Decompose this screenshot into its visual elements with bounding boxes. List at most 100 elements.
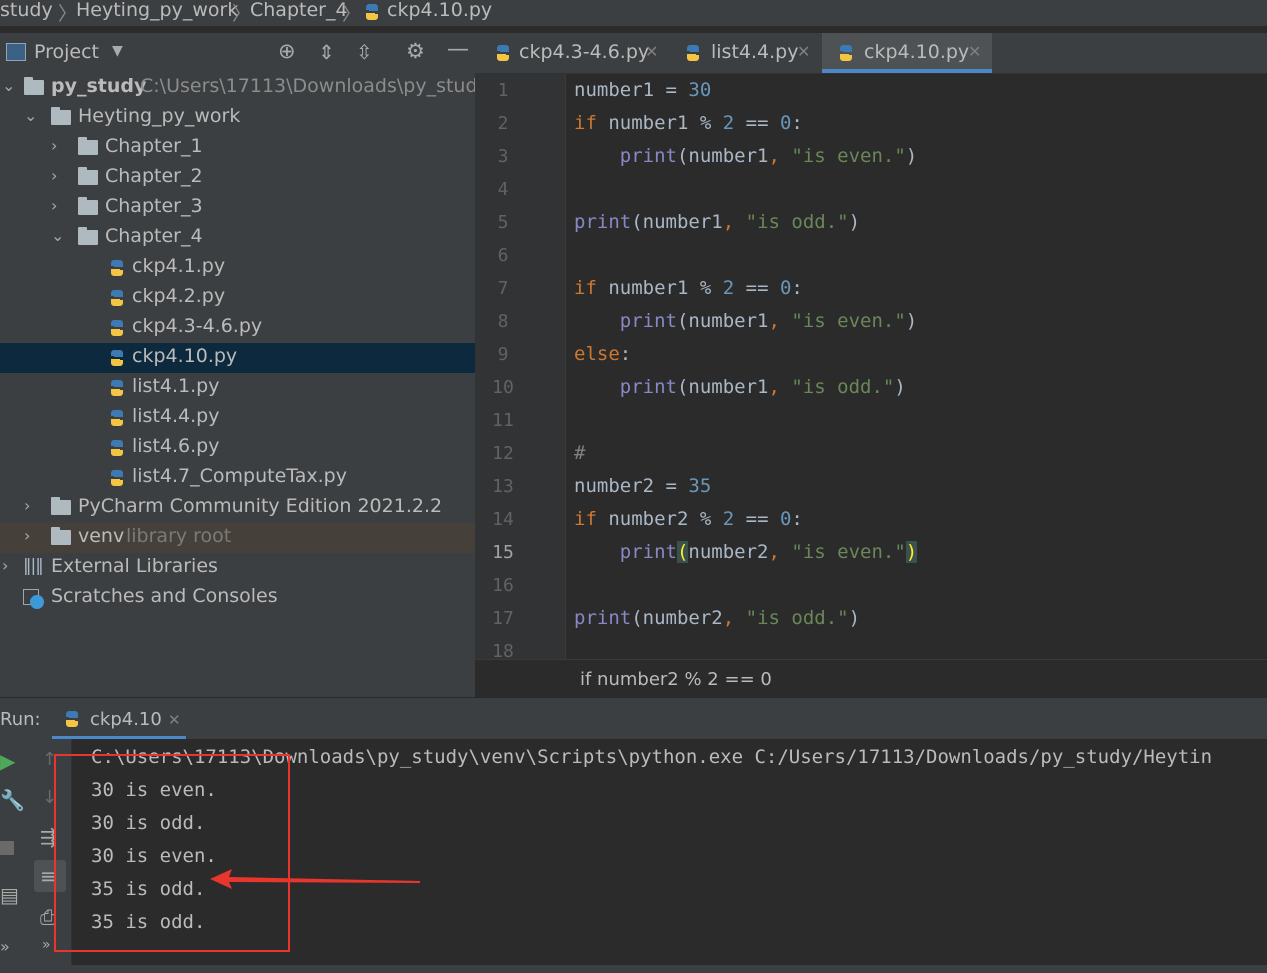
project-view-title[interactable]: Project <box>34 41 99 63</box>
gear-icon[interactable]: ⚙ <box>406 39 425 63</box>
minimize-icon[interactable]: — <box>447 37 469 62</box>
folder-icon <box>78 197 98 215</box>
line-number-current: 15 <box>492 542 514 563</box>
folder-icon <box>51 107 71 125</box>
close-icon[interactable]: ✕ <box>968 42 981 61</box>
tree-item-pycharm-dir[interactable]: › PyCharm Community Edition 2021.2.2 <box>0 493 475 523</box>
annotation-box <box>54 754 290 952</box>
tree-item-label: Chapter_4 <box>105 225 203 247</box>
code-line: if number1 % 2 == 0: <box>574 112 803 134</box>
tree-item-label: list4.7_ComputeTax.py <box>132 465 347 487</box>
run-tool-window-header: Run: ckp4.10 ✕ <box>0 697 1267 740</box>
code-line: print(number2, "is even.") <box>619 541 918 563</box>
chevron-down-icon[interactable]: ⌄ <box>2 76 15 95</box>
tab-ckp4-3-4-6[interactable]: ckp4.3-4.6.py ✕ <box>485 33 663 73</box>
folder-icon <box>24 77 44 95</box>
tree-item-py-study[interactable]: ⌄ py_study C:\Users\17113\Downloads\py_s… <box>0 73 489 103</box>
close-icon[interactable]: ✕ <box>645 42 658 61</box>
tree-item-chapter-3[interactable]: › Chapter_3 <box>0 193 475 223</box>
tree-item-path: C:\Users\17113\Downloads\py_study <box>140 75 489 97</box>
code-line: print(number2, "is odd.") <box>574 607 861 629</box>
tree-item-file[interactable]: ckp4.2.py <box>0 283 475 313</box>
wrench-icon[interactable]: 🔧 <box>0 788 25 812</box>
annotation-arrow-icon <box>210 869 420 889</box>
line-number: 13 <box>492 476 514 497</box>
chevron-right-icon[interactable]: › <box>24 526 30 545</box>
tree-item-file[interactable]: list4.6.py <box>0 433 475 463</box>
tab-ckp4-10[interactable]: ckp4.10.py ✕ <box>822 33 992 73</box>
tab-label: ckp4.10.py <box>864 41 970 63</box>
breadcrumb-item[interactable]: Heyting_py_work <box>76 0 238 21</box>
code-line: print(number1, "is odd.") <box>619 376 906 398</box>
python-file-icon <box>687 45 699 61</box>
python-file-icon <box>111 380 123 396</box>
chevron-right-icon[interactable]: › <box>2 556 8 575</box>
chevron-down-icon[interactable]: ⌄ <box>24 106 37 125</box>
python-file-icon <box>111 350 123 366</box>
chevron-right-icon[interactable]: › <box>51 196 57 215</box>
library-icon: ‖|‖ <box>23 556 44 576</box>
line-number: 4 <box>497 179 509 200</box>
tree-item-hint: library root <box>126 525 232 547</box>
line-number-gutter: 1 2 3 4 5 6 7 8 9 10 11 12 13 14 15 16 1… <box>475 74 565 662</box>
tree-item-label: ckp4.2.py <box>132 285 226 307</box>
tree-item-label: ckp4.3-4.6.py <box>132 315 263 337</box>
chevron-right-icon[interactable]: › <box>51 166 57 185</box>
tree-item-venv[interactable]: › venv library root <box>0 523 475 553</box>
chevron-down-icon[interactable]: ⌄ <box>51 226 64 245</box>
code-line: print(number1, "is even.") <box>619 310 918 332</box>
line-number: 14 <box>492 509 514 530</box>
python-file-icon <box>111 410 123 426</box>
tree-item-label: list4.1.py <box>132 375 220 397</box>
editor-tabs: ckp4.3-4.6.py ✕ list4.4.py ✕ ckp4.10.py … <box>475 33 1267 74</box>
expand-all-icon[interactable]: ⇕ <box>318 40 335 64</box>
layout-icon[interactable]: ▤ <box>0 883 19 907</box>
python-file-icon <box>111 290 123 306</box>
line-number: 1 <box>497 80 509 101</box>
more-icon[interactable]: » <box>42 937 51 953</box>
more-icon[interactable]: » <box>0 937 10 956</box>
code-line: # <box>574 442 586 464</box>
tree-item-file[interactable]: ckp4.1.py <box>0 253 475 283</box>
tree-item-external-libraries[interactable]: › ‖|‖ External Libraries <box>0 553 475 583</box>
status-bar <box>0 965 1267 973</box>
chevron-right-icon[interactable]: › <box>24 496 30 515</box>
chevron-down-icon[interactable]: ▼ <box>112 43 123 59</box>
code-editor[interactable]: number1 = 30 if number1 % 2 == 0: print(… <box>565 74 1267 659</box>
close-icon[interactable]: ✕ <box>797 42 810 61</box>
collapse-all-icon[interactable]: ⇳ <box>356 40 373 64</box>
tree-item-file-selected[interactable]: ckp4.10.py <box>0 343 475 373</box>
line-number: 8 <box>497 311 509 332</box>
breadcrumb-item[interactable]: study <box>0 0 53 21</box>
chevron-right-icon[interactable]: › <box>51 136 57 155</box>
breadcrumb-item[interactable]: ckp4.10.py <box>387 0 492 21</box>
tree-item-scratches[interactable]: Scratches and Consoles <box>0 583 475 613</box>
tree-item-label: py_study <box>51 75 147 97</box>
tab-list4-4[interactable]: list4.4.py ✕ <box>675 33 811 73</box>
tab-label: list4.4.py <box>711 41 799 63</box>
locate-target-icon[interactable]: ⊕ <box>278 39 296 63</box>
tree-item-chapter-4[interactable]: ⌄ Chapter_4 <box>0 223 475 253</box>
breadcrumb-item[interactable]: Chapter_4 <box>250 0 348 21</box>
stop-icon[interactable] <box>0 841 14 855</box>
python-file-icon <box>840 45 852 61</box>
tree-item-file[interactable]: list4.7_ComputeTax.py <box>0 463 475 493</box>
tree-item-chapter-2[interactable]: › Chapter_2 <box>0 163 475 193</box>
tree-item-file[interactable]: ckp4.3-4.6.py <box>0 313 475 343</box>
tree-item-heyting-py-work[interactable]: ⌄ Heyting_py_work <box>0 103 475 133</box>
tree-item-chapter-1[interactable]: › Chapter_1 <box>0 133 475 163</box>
clock-icon <box>30 595 44 609</box>
tree-item-file[interactable]: list4.1.py <box>0 373 475 403</box>
code-line: if number1 % 2 == 0: <box>574 277 803 299</box>
run-tab-label[interactable]: ckp4.10 <box>90 709 162 730</box>
close-icon[interactable]: ✕ <box>168 711 181 729</box>
code-line: number1 = 30 <box>574 79 712 101</box>
active-tab-indicator <box>822 69 992 73</box>
tree-item-file[interactable]: list4.4.py <box>0 403 475 433</box>
python-file-icon <box>66 711 78 727</box>
editor-breadcrumb-text[interactable]: if number2 % 2 == 0 <box>580 669 772 690</box>
python-file-icon <box>366 4 378 20</box>
tree-item-label: Chapter_2 <box>105 165 203 187</box>
tree-item-label: Chapter_3 <box>105 195 203 217</box>
run-icon[interactable]: ▶ <box>0 749 15 773</box>
